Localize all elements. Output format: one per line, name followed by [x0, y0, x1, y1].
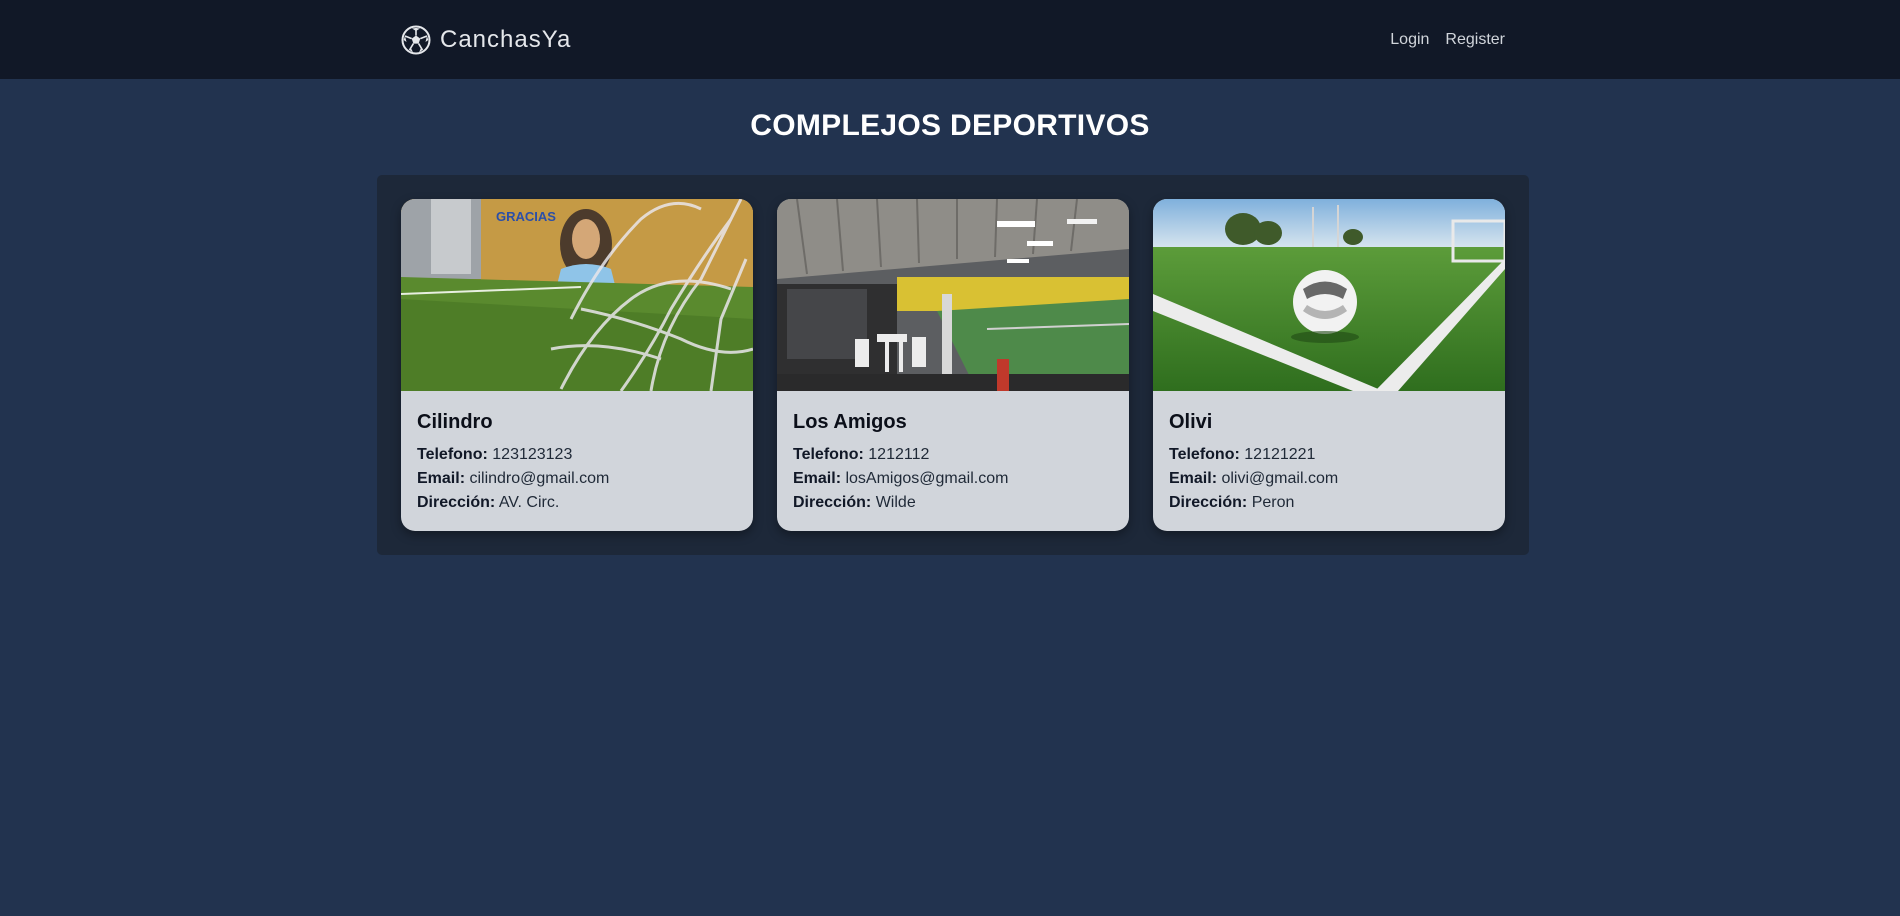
- complex-card[interactable]: Los Amigos Telefono: 1212112 Email: losA…: [777, 199, 1129, 531]
- email-value: olivi@gmail.com: [1221, 470, 1339, 487]
- phone-value: 1212112: [868, 446, 930, 463]
- brand-logo-link[interactable]: CanchasYa: [401, 25, 571, 55]
- soccer-ball-icon: [401, 25, 431, 54]
- address-label: Dirección:: [793, 494, 872, 511]
- email-value: cilindro@gmail.com: [469, 470, 610, 487]
- address-label: Dirección:: [1169, 494, 1248, 511]
- complexes-panel: GRACIAS Cilindro Telefono: 123123123 Ema…: [377, 175, 1529, 555]
- phone-line: Telefono: 12121221: [1169, 443, 1489, 467]
- login-link[interactable]: Login: [1390, 31, 1429, 49]
- email-label: Email:: [1169, 470, 1218, 487]
- complex-photo-los-amigos: [777, 199, 1129, 391]
- phone-line: Telefono: 1212112: [793, 443, 1113, 467]
- brand-name: CanchasYa: [440, 25, 572, 53]
- card-body: Olivi Telefono: 12121221 Email: olivi@gm…: [1153, 391, 1505, 515]
- address-line: Dirección: AV. Circ.: [417, 491, 737, 515]
- address-line: Dirección: Peron: [1169, 491, 1489, 515]
- address-label: Dirección:: [417, 494, 496, 511]
- email-line: Email: olivi@gmail.com: [1169, 467, 1489, 491]
- email-value: losAmigos@gmail.com: [845, 470, 1009, 487]
- card-body: Los Amigos Telefono: 1212112 Email: losA…: [777, 391, 1129, 515]
- email-line: Email: cilindro@gmail.com: [417, 467, 737, 491]
- address-value: AV. Circ.: [498, 494, 560, 511]
- address-value: Wilde: [875, 494, 916, 511]
- phone-label: Telefono:: [417, 446, 488, 463]
- phone-value: 12121221: [1244, 446, 1316, 463]
- phone-label: Telefono:: [1169, 446, 1240, 463]
- nav-links: Login Register: [1390, 31, 1505, 49]
- phone-label: Telefono:: [793, 446, 864, 463]
- address-line: Dirección: Wilde: [793, 491, 1113, 515]
- mural-text: GRACIAS: [496, 209, 556, 224]
- complex-name: Los Amigos: [793, 411, 907, 433]
- complex-name: Olivi: [1169, 411, 1213, 433]
- complex-card[interactable]: Olivi Telefono: 12121221 Email: olivi@gm…: [1153, 199, 1505, 531]
- register-link[interactable]: Register: [1445, 31, 1505, 49]
- phone-line: Telefono: 123123123: [417, 443, 737, 467]
- complex-name: Cilindro: [417, 411, 493, 433]
- email-label: Email:: [417, 470, 466, 487]
- email-line: Email: losAmigos@gmail.com: [793, 467, 1113, 491]
- page-title: COMPLEJOS DEPORTIVOS: [750, 109, 1150, 142]
- card-body: Cilindro Telefono: 123123123 Email: cili…: [401, 391, 753, 515]
- complex-photo-olivi: [1153, 199, 1505, 391]
- navbar: CanchasYa Login Register: [0, 0, 1900, 79]
- phone-value: 123123123: [492, 446, 573, 463]
- navbar-inner: CanchasYa Login Register: [401, 25, 1505, 55]
- complex-photo-cilindro: GRACIAS: [401, 199, 753, 391]
- email-label: Email:: [793, 470, 842, 487]
- complex-card[interactable]: GRACIAS Cilindro Telefono: 123123123 Ema…: [401, 199, 753, 531]
- address-value: Peron: [1251, 494, 1295, 511]
